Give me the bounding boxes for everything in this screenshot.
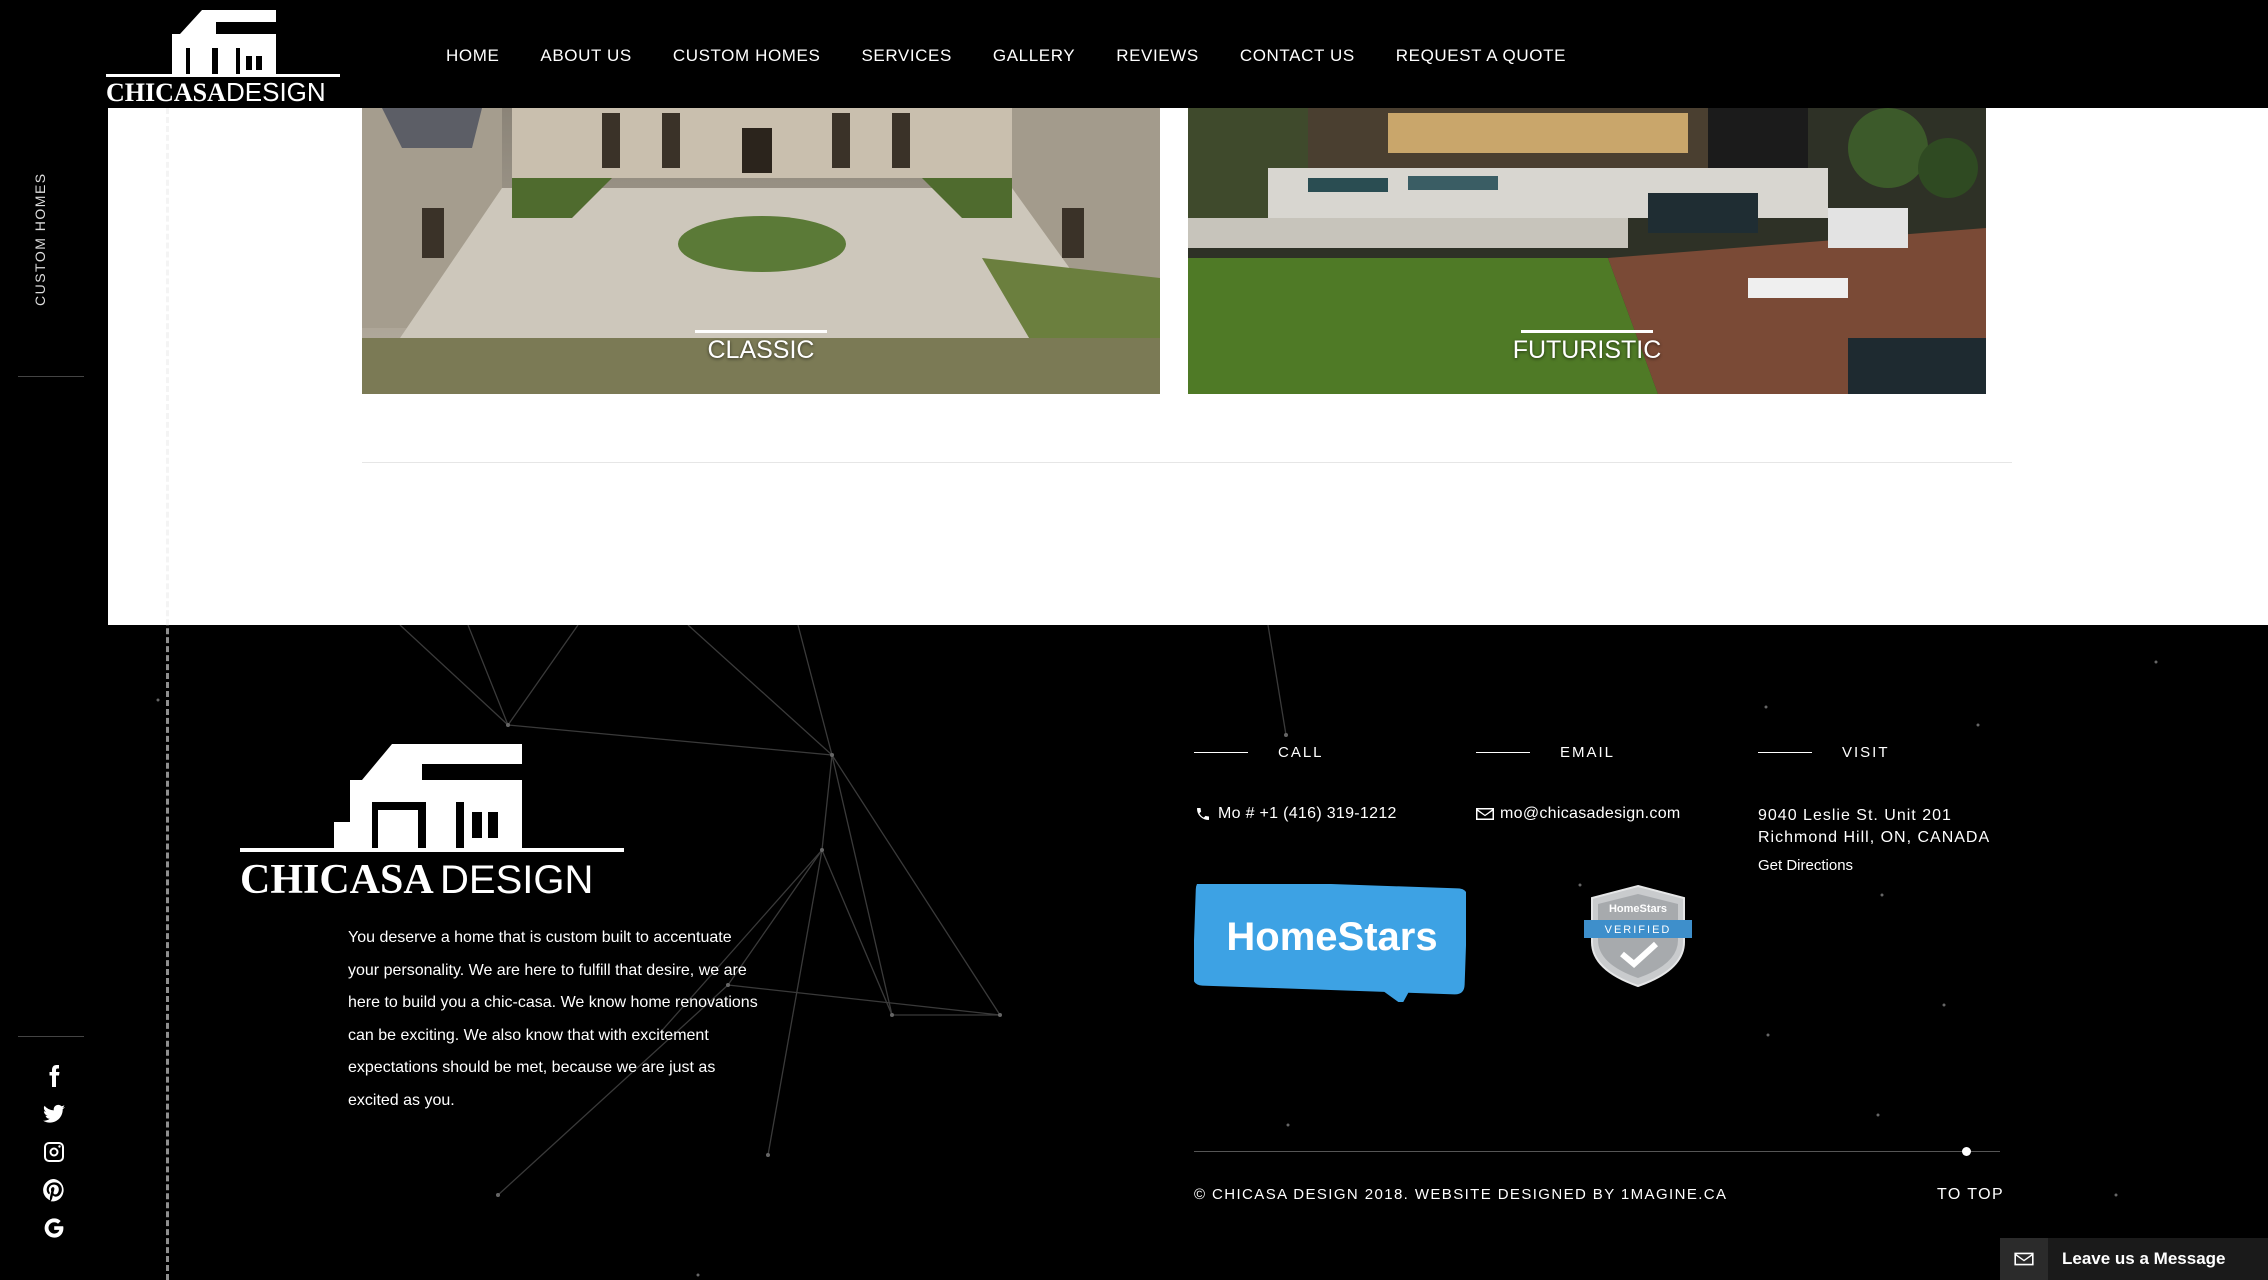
footer-logo-wordmark-design: DESIGN [440,858,593,900]
visit-heading-label: VISIT [1842,744,1890,761]
nav-custom-homes[interactable]: CUSTOM HOMES [673,46,821,66]
phone-number: Mo # +1 (416) 319-1212 [1218,805,1397,822]
site-header: CHICASA DESIGN HOME ABOUT US CUSTOM HOME… [0,0,2268,108]
pinterest-icon[interactable] [40,1176,68,1204]
google-icon[interactable] [40,1214,68,1242]
leave-message-widget[interactable]: Leave us a Message [2000,1238,2268,1280]
email-heading-label: EMAIL [1560,744,1616,761]
homestars-verified-badge[interactable]: HomeStars VERIFIED [1584,884,1692,988]
to-top-link[interactable]: TO TOP [1937,1186,2004,1204]
homestars-badge[interactable]: HomeStars [1192,879,1468,1005]
logo-wordmark-chicasa: CHICASA [106,78,226,104]
nav-home[interactable]: HOME [446,46,499,66]
address-line-2: Richmond Hill, ON, CANADA [1758,829,1991,846]
sidebar-divider [18,376,84,377]
visit-address: 9040 Leslie St. Unit 201 Richmond Hill, … [1758,805,1990,849]
nav-reviews[interactable]: REVIEWS [1116,46,1199,66]
card-futuristic[interactable]: FUTURISTIC [1188,108,1986,394]
card-title-rule [1521,330,1653,333]
sidebar-divider [18,1036,84,1037]
facebook-icon[interactable] [40,1062,68,1090]
footer-logo-wordmark-chicasa: CHICASA [240,857,434,900]
card-classic[interactable]: CLASSIC [362,108,1160,394]
phone-link[interactable]: Mo # +1 (416) 319-1212 [1194,805,1397,823]
site-logo[interactable]: CHICASA DESIGN [106,8,340,104]
phone-icon [1197,808,1209,820]
verified-shield-icon: HomeStars VERIFIED [1584,884,1692,988]
main-nav: HOME ABOUT US CUSTOM HOMES SERVICES GALL… [446,0,1607,112]
email-address: mo@chicasadesign.com [1500,805,1681,822]
copyright-text: © CHICASA DESIGN 2018. WEBSITE DESIGNED … [1194,1186,1728,1203]
chicasa-logo-mark: CHICASA DESIGN [106,10,340,104]
logo-wordmark-design: DESIGN [226,77,326,104]
nav-services[interactable]: SERVICES [861,46,951,66]
footer-rule-dot [1962,1147,1971,1156]
nav-request-a-quote[interactable]: REQUEST A QUOTE [1396,46,1566,66]
verified-brand-text: HomeStars [1609,903,1667,915]
card-title-futuristic: FUTURISTIC [1512,336,1662,364]
nav-contact-us[interactable]: CONTACT US [1240,46,1355,66]
address-line-1: 9040 Leslie St. Unit 201 [1758,807,1952,824]
heading-rule [1476,752,1530,753]
card-title-rule [695,330,827,333]
decorative-dashed-line [166,108,169,1280]
instagram-icon[interactable] [40,1138,68,1166]
homestars-logo: HomeStars [1192,879,1468,1005]
call-heading-label: CALL [1278,744,1324,761]
get-directions-link[interactable]: Get Directions [1758,857,1853,874]
nav-gallery[interactable]: GALLERY [993,46,1075,66]
envelope-icon [1476,808,1494,820]
footer-logo[interactable]: CHICASA DESIGN [240,740,624,900]
footer-rule [1194,1151,2000,1152]
leave-message-label: Leave us a Message [2062,1249,2226,1268]
chat-mail-icon [2000,1238,2048,1280]
twitter-icon[interactable] [40,1100,68,1128]
email-heading: EMAIL [1476,744,1615,761]
content-divider [362,462,2012,463]
left-sidebar: CUSTOM HOMES [0,0,108,1280]
call-heading: CALL [1194,744,1324,761]
nav-about-us[interactable]: ABOUT US [540,46,631,66]
homestars-wordmark: HomeStars [1226,915,1437,959]
card-title-classic: CLASSIC [707,336,815,364]
heading-rule [1194,752,1248,753]
visit-heading: VISIT [1758,744,1890,761]
footer-about-text: You deserve a home that is custom built … [348,929,758,1109]
email-link[interactable]: mo@chicasadesign.com [1476,805,1681,823]
footer-logo-mark: CHICASA DESIGN [240,744,624,900]
verified-ribbon-text: VERIFIED [1605,924,1672,936]
heading-rule [1758,752,1812,753]
sidebar-section-label: CUSTOM HOMES [32,172,48,306]
